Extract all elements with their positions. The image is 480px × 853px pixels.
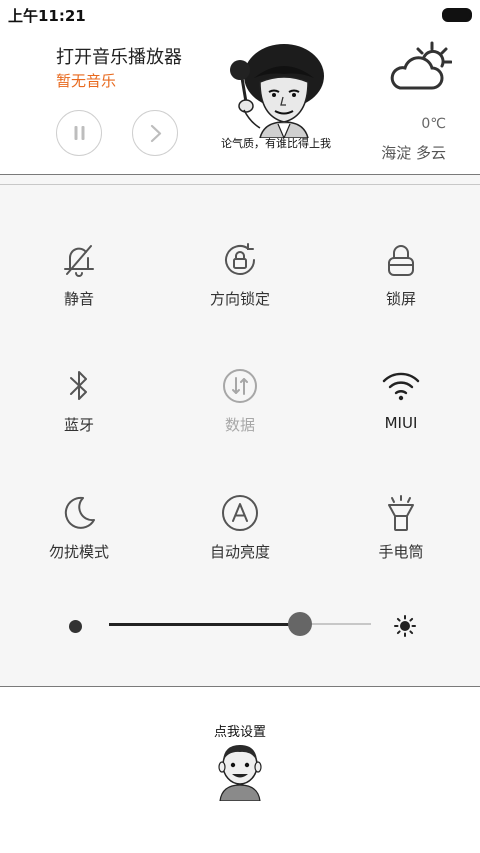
toggle-auto-brightness-label: 自动亮度 xyxy=(209,543,270,561)
lock-icon xyxy=(388,245,414,276)
toggle-flashlight-label: 手电筒 xyxy=(378,543,424,561)
settings-meme-image[interactable] xyxy=(212,741,268,801)
status-time: 上午11:21 xyxy=(8,7,86,25)
brightness-low-icon xyxy=(69,620,82,633)
meme-caption: 论气质，有谁比得上我 xyxy=(221,137,331,150)
toggle-mute[interactable]: 静音 xyxy=(14,240,144,330)
temperature-value: 0℃ xyxy=(421,116,446,132)
toggle-wifi[interactable]: MIUI xyxy=(336,366,466,456)
toggle-mobile-data-label: 数据 xyxy=(224,416,255,434)
auto-brightness-icon xyxy=(222,495,258,531)
toggle-auto-brightness[interactable]: 自动亮度 xyxy=(175,493,305,583)
bluetooth-icon xyxy=(70,371,87,400)
brightness-slider-handle[interactable] xyxy=(288,612,313,636)
partly-cloudy-icon[interactable] xyxy=(388,40,452,94)
toggle-wifi-label: MIUI xyxy=(384,414,418,432)
rotation-lock-icon xyxy=(225,243,255,275)
toggle-lock-screen[interactable]: 锁屏 xyxy=(336,240,466,330)
music-player-title[interactable]: 打开音乐播放器 xyxy=(56,43,182,69)
weather-location: 海淀 多云 xyxy=(381,144,446,162)
bell-off-icon xyxy=(64,245,94,277)
toggle-lock-screen-label: 锁屏 xyxy=(385,290,416,308)
chevron-right-icon xyxy=(150,124,162,143)
settings-shortcut-label[interactable]: 点我设置 xyxy=(0,721,480,740)
toggle-mobile-data[interactable]: 数据 xyxy=(175,366,305,456)
wifi-icon xyxy=(382,372,420,401)
moon-icon xyxy=(64,496,95,529)
toggle-flashlight[interactable]: 手电筒 xyxy=(336,493,466,583)
status-bar: 上午11:21 xyxy=(0,0,480,28)
toggle-mute-label: 静音 xyxy=(63,290,94,308)
header-divider xyxy=(0,174,480,175)
toggle-bluetooth-label: 蓝牙 xyxy=(63,416,94,434)
settings-shortcut-panel[interactable]: 点我设置 xyxy=(0,687,480,853)
header-divider-secondary xyxy=(0,184,480,185)
brightness-high-icon xyxy=(394,615,416,637)
brightness-slider-fill xyxy=(109,622,301,626)
toggle-bluetooth[interactable]: 蓝牙 xyxy=(14,366,144,456)
mobile-data-icon xyxy=(223,369,257,403)
flashlight-icon xyxy=(388,495,414,531)
toggle-do-not-disturb[interactable]: 勿扰模式 xyxy=(14,493,144,583)
toggle-do-not-disturb-label: 勿扰模式 xyxy=(48,543,109,561)
toggle-rotation-lock-label: 方向锁定 xyxy=(209,290,270,308)
pause-icon xyxy=(74,126,85,140)
pause-button[interactable] xyxy=(56,110,102,156)
header-panel: 打开音乐播放器 暂无音乐 论气质，有谁比得上我 0℃ 海淀 多云 xyxy=(0,28,480,174)
brightness-slider[interactable] xyxy=(109,612,371,636)
toggle-rotation-lock[interactable]: 方向锁定 xyxy=(175,240,305,330)
control-center: 上午11:21 打开音乐播放器 暂无音乐 论气质，有谁比得上我 0℃ 海淀 多云… xyxy=(0,0,480,853)
battery-full-icon xyxy=(442,8,472,22)
next-button[interactable] xyxy=(132,110,178,156)
meme-character-image[interactable] xyxy=(220,42,336,138)
music-status: 暂无音乐 xyxy=(56,72,117,90)
